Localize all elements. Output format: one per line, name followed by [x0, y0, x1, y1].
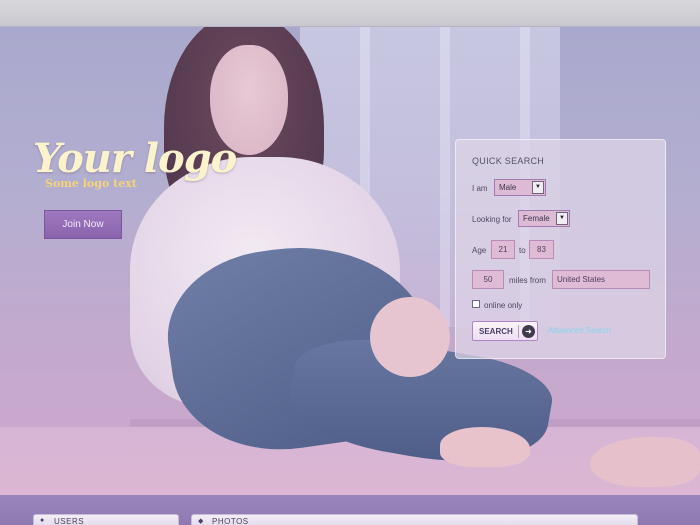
dropdown-arrow-icon: ▼ [532, 181, 544, 194]
age-label: Age [472, 246, 487, 255]
logo-subtitle: Some logo text [45, 177, 137, 190]
looking-for-value: Female [523, 214, 550, 223]
quick-search-title: QUICK SEARCH [472, 156, 545, 166]
user-pin-icon: ● [40, 517, 45, 524]
model-foot [590, 437, 700, 487]
tab-photos-label: PHOTOS [212, 517, 249, 525]
online-only-label: online only [484, 301, 523, 310]
distance-input[interactable]: 50 [472, 270, 504, 289]
quick-search-panel: QUICK SEARCH I am Male ▼ Looking for Fem… [455, 139, 666, 359]
online-only-checkbox[interactable] [472, 300, 480, 308]
arrow-right-icon: ➜ [522, 325, 535, 338]
top-bar [0, 0, 700, 27]
tab-users-label: USERS [54, 517, 85, 525]
miles-from-label: miles from [509, 276, 546, 285]
button-divider [518, 325, 519, 338]
age-to-input[interactable]: 83 [529, 240, 554, 259]
photo-diamond-icon: ◆ [198, 518, 204, 525]
advanced-search-link[interactable]: Advanced Search [548, 326, 611, 335]
i-am-value: Male [499, 183, 517, 192]
i-am-label: I am [472, 184, 488, 193]
model-hands [370, 297, 450, 377]
search-button-label: SEARCH [479, 327, 513, 336]
search-button[interactable]: SEARCH ➜ [472, 321, 538, 341]
location-input[interactable]: United States [552, 270, 650, 289]
site-logo[interactable]: Your logo [33, 135, 237, 182]
i-am-select[interactable]: Male ▼ [494, 179, 546, 196]
tab-users[interactable]: ● USERS [33, 514, 179, 525]
bottom-bar: ● USERS ◆ PHOTOS [0, 495, 700, 525]
window-frame [440, 27, 450, 327]
tab-photos[interactable]: ◆ PHOTOS [191, 514, 638, 525]
looking-for-select[interactable]: Female ▼ [518, 210, 570, 227]
model-foot [440, 427, 530, 467]
looking-for-label: Looking for [472, 215, 512, 224]
hero-banner: Your logo Some logo text Join Now QUICK … [0, 27, 700, 495]
age-to-label: to [519, 246, 526, 255]
age-from-input[interactable]: 21 [491, 240, 515, 259]
dropdown-arrow-icon: ▼ [556, 212, 568, 225]
join-now-button[interactable]: Join Now [44, 210, 122, 239]
